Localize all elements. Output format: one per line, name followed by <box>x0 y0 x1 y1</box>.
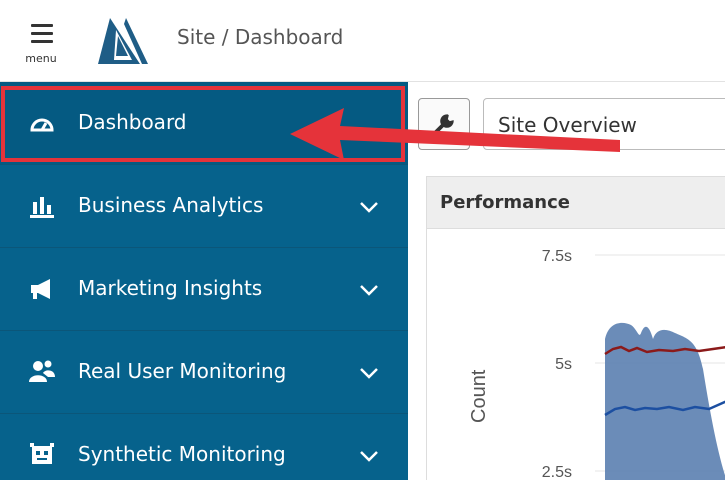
users-icon <box>29 360 55 382</box>
breadcrumb[interactable]: Site / Dashboard <box>177 25 343 49</box>
performance-chart[interactable]: 7.5s 5s 2.5s Count <box>427 229 725 480</box>
hamburger-icon-bar <box>31 32 53 35</box>
y-tick-label: 5s <box>555 356 572 373</box>
chevron-down-icon[interactable] <box>358 366 380 380</box>
y-tick-label: 2.5s <box>542 464 572 480</box>
panel-header: Performance <box>427 177 725 229</box>
chevron-down-icon[interactable] <box>358 200 380 214</box>
sidebar-item-business-analytics[interactable]: Business Analytics <box>0 165 408 248</box>
sidebar-item-real-user-monitoring[interactable]: Real User Monitoring <box>0 331 408 414</box>
view-select-value: Site Overview <box>498 113 637 137</box>
view-select[interactable]: Site Overview <box>483 98 725 150</box>
robot-icon <box>30 443 54 464</box>
performance-panel: Performance 7.5s 5s 2.5s Count <box>426 176 725 480</box>
brand-logo[interactable] <box>96 16 150 66</box>
panel-title: Performance <box>440 192 570 213</box>
sidebar-item-label: Synthetic Monitoring <box>78 442 286 466</box>
settings-button[interactable] <box>418 98 470 150</box>
chevron-down-icon[interactable] <box>358 283 380 297</box>
y-tick-label: 7.5s <box>542 248 572 265</box>
sidebar-item-synthetic-monitoring[interactable]: Synthetic Monitoring <box>0 414 408 480</box>
chevron-down-icon[interactable] <box>358 449 380 463</box>
sidebar-item-marketing-insights[interactable]: Marketing Insights <box>0 248 408 331</box>
sidebar-item-label: Marketing Insights <box>78 276 263 300</box>
series-area <box>605 322 725 480</box>
highlight-box <box>1 86 405 162</box>
sidebar-item-label: Business Analytics <box>78 193 264 217</box>
menu-label: menu <box>25 52 57 65</box>
y-axis-label: Count <box>468 369 490 423</box>
top-bar: menu Site / Dashboard <box>0 0 725 82</box>
hamburger-icon-bar <box>31 40 53 43</box>
menu-button[interactable]: menu <box>20 22 62 70</box>
wrench-icon <box>433 114 454 135</box>
sidebar-item-label: Real User Monitoring <box>78 359 287 383</box>
hamburger-icon <box>31 24 53 27</box>
megaphone-icon <box>31 279 50 299</box>
bar-chart-icon <box>30 197 54 218</box>
